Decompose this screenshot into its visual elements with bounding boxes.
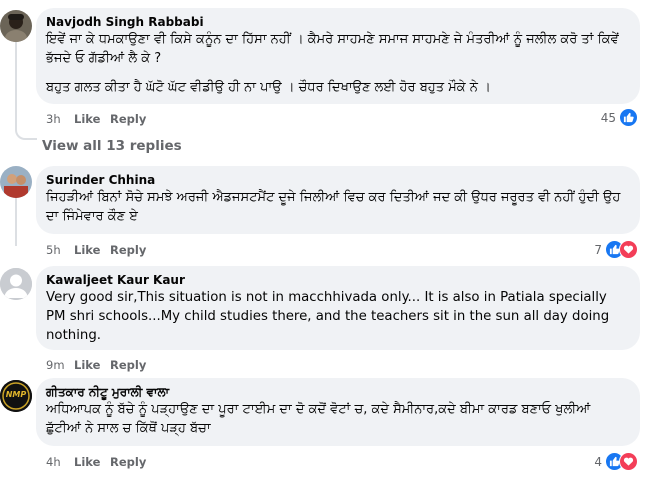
comment-actions: 5h Like Reply [46, 243, 146, 257]
comment-text: Very good sir,This situation is not in m… [46, 288, 628, 345]
comment-time[interactable]: 3h [46, 112, 74, 126]
comment-text: ਅਧਿਆਪਕ ਨੂੰ ਬੱਚੇ ਨੂੰ ਪੜ੍ਹਾਉਣ ਦਾ ਪੂਰਾ ਟਾਈਮ… [46, 400, 628, 438]
comment-time[interactable]: 9m [46, 358, 74, 372]
comment-actions: 4h Like Reply [46, 455, 146, 469]
love-icon [619, 240, 638, 259]
avatar-logo-text: NMP [5, 390, 27, 399]
comment-time[interactable]: 5h [46, 243, 74, 257]
comment-bubble: Kawaljeet Kaur Kaur Very good sir,This s… [36, 266, 640, 350]
comment-author[interactable]: ਗੀਤਕਾਰ ਨੀਟੂ ਮੁਰਾਲੀ ਵਾਲਾ [46, 384, 628, 400]
avatar[interactable] [0, 10, 32, 42]
comment-actions: 9m Like Reply [46, 358, 146, 372]
reply-button[interactable]: Reply [110, 455, 146, 469]
comment-author[interactable]: Surinder Chhina [46, 172, 628, 188]
avatar[interactable] [0, 166, 32, 198]
reply-button[interactable]: Reply [110, 112, 146, 126]
reaction-count: 7 [594, 242, 602, 257]
comment-paragraph: Very good sir,This situation is not in m… [46, 290, 610, 343]
comment-time[interactable]: 4h [46, 455, 74, 469]
reaction-summary[interactable]: 4 [594, 452, 638, 471]
like-button[interactable]: Like [74, 358, 110, 372]
reaction-summary[interactable]: 7 [594, 240, 638, 259]
thread-line [15, 196, 17, 246]
comment-bubble: Navjodh Singh Rabbabi ਇਵੇਂ ਜਾ ਕੇ ਧਮਕਾਉਣਾ… [36, 8, 640, 104]
comment-paragraph: ਇਵੇਂ ਜਾ ਕੇ ਧਮਕਾਉਣਾ ਵੀ ਕਿਸੇ ਕਨੂੰਨ ਦਾ ਹਿੱਸ… [46, 32, 619, 66]
comment-bubble: Surinder Chhina ਜਿਹੜੀਆਂ ਬਿਨਾਂ ਸੋਚੇ ਸਮਝੇ … [36, 166, 640, 234]
love-icon [619, 452, 638, 471]
comment-text: ਜਿਹੜੀਆਂ ਬਿਨਾਂ ਸੋਚੇ ਸਮਝੇ ਅਰਜੀ ਐਡਜਸਟਮੈਂਟ ਦ… [46, 188, 628, 226]
comment-paragraph: ਅਧਿਆਪਕ ਨੂੰ ਬੱਚੇ ਨੂੰ ਪੜ੍ਹਾਉਣ ਦਾ ਪੂਰਾ ਟਾਈਮ… [46, 402, 591, 436]
like-button[interactable]: Like [74, 112, 110, 126]
comment-bubble: ਗੀਤਕਾਰ ਨੀਟੂ ਮੁਰਾਲੀ ਵਾਲਾ ਅਧਿਆਪਕ ਨੂੰ ਬੱਚੇ … [36, 378, 640, 446]
comment-paragraph: ਬਹੁਤ ਗਲਤ ਕੀਤਾ ਹੈ ਘੱਟੋ ਘੱਟ ਵੀਡੀਉ ਹੀ ਨਾ ਪਾ… [46, 80, 491, 95]
comment-author[interactable]: Kawaljeet Kaur Kaur [46, 272, 628, 288]
view-replies-link[interactable]: View all 13 replies [42, 138, 182, 154]
avatar[interactable] [0, 268, 32, 300]
reply-button[interactable]: Reply [110, 358, 146, 372]
comment-paragraph: ਜਿਹੜੀਆਂ ਬਿਨਾਂ ਸੋਚੇ ਸਮਝੇ ਅਰਜੀ ਐਡਜਸਟਮੈਂਟ ਦ… [46, 190, 621, 224]
like-icon [619, 108, 638, 127]
comment-actions: 3h Like Reply [46, 112, 146, 126]
comment-author[interactable]: Navjodh Singh Rabbabi [46, 14, 628, 30]
reply-button[interactable]: Reply [110, 243, 146, 257]
thread-line [15, 42, 37, 140]
like-button[interactable]: Like [74, 243, 110, 257]
reaction-summary[interactable]: 45 [601, 108, 638, 127]
reaction-count: 4 [594, 454, 602, 469]
avatar[interactable]: NMP [0, 380, 32, 412]
like-button[interactable]: Like [74, 455, 110, 469]
comment-text: ਇਵੇਂ ਜਾ ਕੇ ਧਮਕਾਉਣਾ ਵੀ ਕਿਸੇ ਕਨੂੰਨ ਦਾ ਹਿੱਸ… [46, 30, 628, 97]
reaction-count: 45 [600, 110, 616, 125]
